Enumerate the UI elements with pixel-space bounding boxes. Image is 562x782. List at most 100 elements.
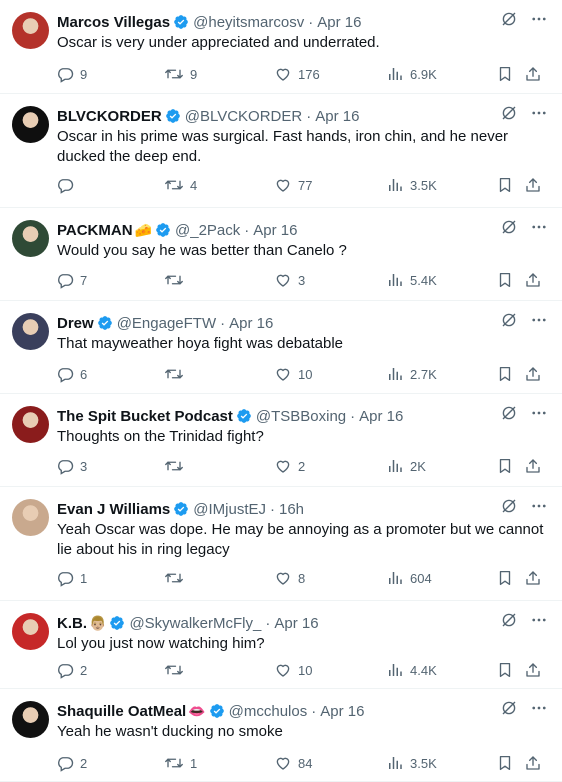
bookmark-button[interactable]	[496, 64, 514, 84]
grok-icon[interactable]	[500, 611, 518, 629]
share-button[interactable]	[524, 64, 542, 84]
tweet: K.B. 👨🏼 @SkywalkerMcFly_ · Apr 16 Lol you jus…	[0, 601, 562, 689]
timestamp[interactable]: Apr 16	[253, 222, 297, 239]
avatar[interactable]	[12, 613, 49, 650]
share-button[interactable]	[524, 568, 542, 588]
share-button[interactable]	[524, 660, 542, 680]
more-icon[interactable]	[530, 699, 548, 717]
views-button[interactable]: 3.5K	[386, 175, 437, 195]
share-button[interactable]	[524, 175, 542, 195]
views-button[interactable]: 2.7K	[386, 364, 437, 384]
more-icon[interactable]	[530, 104, 548, 122]
more-icon[interactable]	[530, 404, 548, 422]
bookmark-button[interactable]	[496, 364, 514, 384]
display-name[interactable]: PACKMAN	[57, 222, 133, 239]
user-handle[interactable]: @SkywalkerMcFly_	[129, 615, 261, 632]
share-button[interactable]	[524, 364, 542, 384]
reply-button[interactable]: 9	[56, 64, 87, 84]
avatar[interactable]	[12, 220, 49, 257]
like-button[interactable]: 77	[274, 175, 312, 195]
reply-button[interactable]: 1	[56, 568, 87, 588]
retweet-button[interactable]	[164, 270, 190, 290]
views-button[interactable]: 3.5K	[386, 753, 437, 773]
avatar[interactable]	[12, 701, 49, 738]
bookmark-button[interactable]	[496, 660, 514, 680]
retweet-button[interactable]	[164, 364, 190, 384]
user-handle[interactable]: @heyitsmarcosv	[193, 14, 304, 31]
like-button[interactable]: 176	[274, 64, 320, 84]
grok-icon[interactable]	[500, 10, 518, 28]
display-name[interactable]: Marcos Villegas	[57, 14, 170, 31]
bookmark-button[interactable]	[496, 753, 514, 773]
user-handle[interactable]: @EngageFTW	[117, 315, 216, 332]
retweet-button[interactable]: 4	[164, 175, 197, 195]
views-button[interactable]: 4.4K	[386, 660, 437, 680]
timestamp[interactable]: Apr 16	[274, 615, 318, 632]
reply-button[interactable]: 2	[56, 753, 87, 773]
more-icon[interactable]	[530, 218, 548, 236]
retweet-button[interactable]	[164, 456, 190, 476]
bookmark-button[interactable]	[496, 175, 514, 195]
timestamp[interactable]: 16h	[279, 501, 304, 518]
display-name[interactable]: The Spit Bucket Podcast	[57, 408, 233, 425]
display-name[interactable]: K.B.	[57, 615, 87, 632]
reply-button[interactable]: 2	[56, 660, 87, 680]
share-button[interactable]	[524, 270, 542, 290]
share-icon	[524, 271, 542, 289]
user-handle[interactable]: @BLVCKORDER	[185, 108, 302, 125]
avatar-image	[12, 499, 49, 536]
bookmark-button[interactable]	[496, 456, 514, 476]
avatar[interactable]	[12, 499, 49, 536]
more-icon[interactable]	[530, 311, 548, 329]
timestamp[interactable]: Apr 16	[359, 408, 403, 425]
user-handle[interactable]: @_2Pack	[175, 222, 240, 239]
grok-icon[interactable]	[500, 311, 518, 329]
timestamp[interactable]: Apr 16	[317, 14, 361, 31]
share-button[interactable]	[524, 753, 542, 773]
tweet: Evan J Williams @IMjustEJ · 16h Yeah Oscar w…	[0, 487, 562, 601]
views-button[interactable]: 5.4K	[386, 270, 437, 290]
display-name[interactable]: Evan J Williams	[57, 501, 170, 518]
reply-button[interactable]: 7	[56, 270, 87, 290]
reply-button[interactable]	[56, 175, 80, 195]
timestamp[interactable]: Apr 16	[315, 108, 359, 125]
grok-icon[interactable]	[500, 218, 518, 236]
reply-button[interactable]: 3	[56, 456, 87, 476]
share-button[interactable]	[524, 456, 542, 476]
views-button[interactable]: 604	[386, 568, 432, 588]
like-button[interactable]: 8	[274, 568, 305, 588]
grok-icon[interactable]	[500, 699, 518, 717]
retweet-button[interactable]: 9	[164, 64, 197, 84]
retweet-button[interactable]	[164, 660, 190, 680]
display-name[interactable]: Drew	[57, 315, 94, 332]
retweet-button[interactable]: 1	[164, 753, 197, 773]
like-button[interactable]: 84	[274, 753, 312, 773]
more-icon[interactable]	[530, 10, 548, 28]
retweet-button[interactable]	[164, 568, 190, 588]
grok-icon[interactable]	[500, 104, 518, 122]
avatar[interactable]	[12, 406, 49, 443]
views-button[interactable]: 2K	[386, 456, 426, 476]
timestamp[interactable]: Apr 16	[320, 703, 364, 720]
more-icon[interactable]	[530, 611, 548, 629]
like-button[interactable]: 10	[274, 660, 312, 680]
grok-icon[interactable]	[500, 404, 518, 422]
views-button[interactable]: 6.9K	[386, 64, 437, 84]
avatar[interactable]	[12, 106, 49, 143]
like-button[interactable]: 2	[274, 456, 305, 476]
bookmark-button[interactable]	[496, 568, 514, 588]
more-icon[interactable]	[530, 497, 548, 515]
user-handle[interactable]: @TSBBoxing	[256, 408, 346, 425]
reply-button[interactable]: 6	[56, 364, 87, 384]
display-name[interactable]: Shaquille OatMeal	[57, 703, 186, 720]
avatar[interactable]	[12, 313, 49, 350]
display-name[interactable]: BLVCKORDER	[57, 108, 162, 125]
like-button[interactable]: 10	[274, 364, 312, 384]
bookmark-button[interactable]	[496, 270, 514, 290]
timestamp[interactable]: Apr 16	[229, 315, 273, 332]
user-handle[interactable]: @mcchulos	[229, 703, 308, 720]
user-handle[interactable]: @IMjustEJ	[193, 501, 266, 518]
grok-icon[interactable]	[500, 497, 518, 515]
like-button[interactable]: 3	[274, 270, 305, 290]
avatar[interactable]	[12, 12, 49, 49]
